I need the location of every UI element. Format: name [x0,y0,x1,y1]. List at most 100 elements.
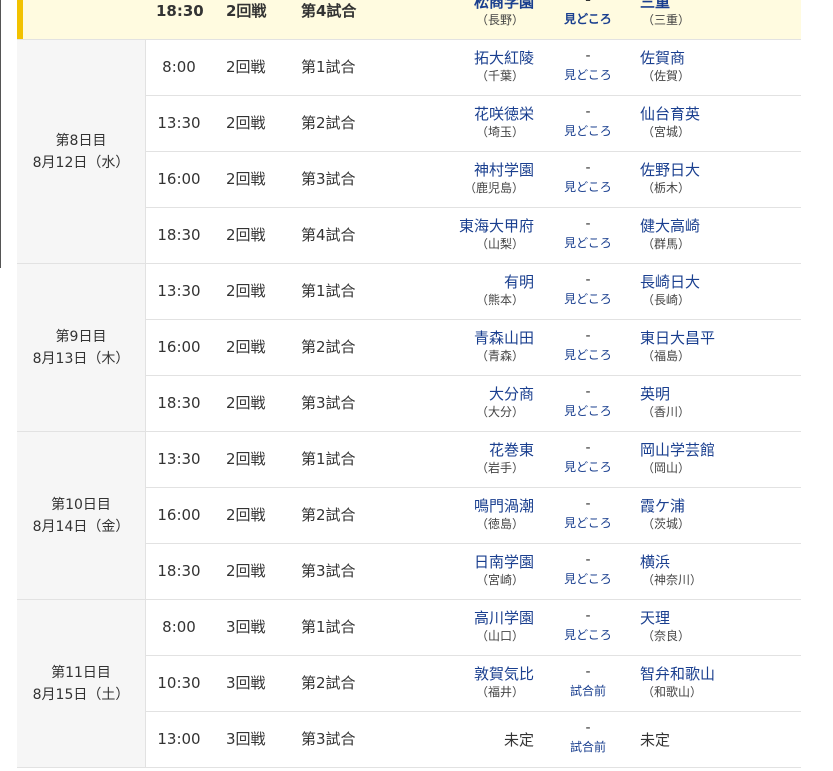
game-number: 第3試合 [301,394,356,412]
preview-link[interactable]: 見どころ [541,120,635,140]
game-time: 18:30 [157,394,201,412]
game-time: 16:00 [157,170,201,188]
team-left-prefecture: （山口） [475,629,524,643]
game-number: 第3試合 [301,730,356,748]
team-left-link: 未定 [503,731,534,749]
score-dash: - [585,104,591,120]
team-right-prefecture: （和歌山） [642,685,703,699]
team-left-link[interactable]: 鳴門渦潮 [396,496,534,516]
game-time: 10:30 [157,674,201,692]
team-left-link[interactable]: 松商学園 [396,0,534,12]
preview-link[interactable]: 見どころ [541,344,635,364]
team-right-link[interactable]: 智弁和歌山 [640,664,800,684]
day-date: 8月12日（水） [32,154,130,171]
team-left-prefecture: （山梨） [475,237,524,251]
team-left-link[interactable]: 花咲徳栄 [396,104,534,124]
game-time: 16:00 [157,338,201,356]
preview-link[interactable]: 見どころ [541,8,635,28]
preview-link[interactable]: 試合前 [541,680,635,700]
team-right-link[interactable]: 東日大昌平 [640,328,800,348]
game-round: 2回戦 [226,2,267,20]
game-number: 第1試合 [301,450,356,468]
game-number: 第4試合 [301,2,357,20]
team-right-link[interactable]: 佐賀商 [640,48,800,68]
team-right-link[interactable]: 三重 [640,0,800,12]
game-time: 18:30 [156,2,204,20]
team-left-link[interactable]: 大分商 [396,384,534,404]
game-time: 8:00 [162,58,196,76]
game-number: 第3試合 [301,562,356,580]
team-left-link[interactable]: 日南学園 [396,552,534,572]
preview-link[interactable]: 見どころ [541,232,635,252]
game-time: 13:30 [157,114,201,132]
score-dash: - [585,328,591,344]
team-left-link[interactable]: 有明 [396,272,534,292]
game-round: 2回戦 [226,562,266,580]
game-number: 第2試合 [301,674,356,692]
preview-link[interactable]: 見どころ [541,568,635,588]
day-cell: 第10日目 8月14日（金） [17,432,146,600]
score-dash: - [585,160,591,176]
game-time: 18:30 [157,562,201,580]
team-right-prefecture: （宮城） [642,125,691,139]
preview-link[interactable]: 見どころ [541,400,635,420]
preview-link[interactable]: 試合前 [541,736,635,756]
score-dash: - [585,664,591,680]
score-dash: - [585,440,591,456]
team-left-link[interactable]: 花巻東 [396,440,534,460]
team-right-link[interactable]: 長崎日大 [640,272,800,292]
team-right-prefecture: （香川） [642,405,691,419]
team-left-prefecture: （鹿児島） [463,181,524,195]
team-right-link[interactable]: 天理 [640,608,800,628]
game-time: 13:00 [157,730,201,748]
preview-link[interactable]: 見どころ [541,512,635,532]
preview-link[interactable]: 見どころ [541,624,635,644]
team-left-prefecture: （千葉） [475,69,524,83]
day-cell: 第11日目 8月15日（土） [17,600,146,768]
game-number: 第1試合 [301,58,356,76]
team-right-prefecture: （栃木） [642,181,691,195]
game-time: 13:30 [157,282,201,300]
team-left-link[interactable]: 拓大紅陵 [396,48,534,68]
game-round: 2回戦 [226,450,266,468]
team-right-link[interactable]: 健大高崎 [640,216,800,236]
team-left-link[interactable]: 高川学園 [396,608,534,628]
team-right-link[interactable]: 仙台育英 [640,104,800,124]
team-right-link[interactable]: 横浜 [640,552,800,572]
game-number: 第3試合 [301,170,356,188]
table-row: 13:30 2回戦 第1試合 有明 （熊本） - 見どころ 長崎日大 （長崎） [146,264,801,320]
team-left-prefecture: （岩手） [475,461,524,475]
preview-link[interactable]: 見どころ [541,456,635,476]
team-right-prefecture: （茨城） [642,517,691,531]
day-number: 第10日目 [51,496,111,513]
team-left-link[interactable]: 青森山田 [396,328,534,348]
table-row: 10:30 3回戦 第2試合 敦賀気比 （福井） - 試合前 智弁和歌山 （和歌山） [146,656,801,712]
preview-link[interactable]: 見どころ [541,64,635,84]
game-round: 2回戦 [226,338,266,356]
game-round: 2回戦 [226,282,266,300]
team-right-prefecture: （三重） [642,13,691,27]
team-left-prefecture: （徳島） [475,517,524,531]
team-right-link[interactable]: 佐野日大 [640,160,800,180]
table-row: 18:30 2回戦 第3試合 日南学園 （宮崎） - 見どころ 横浜 （神奈川） [146,544,801,600]
score-dash: - [585,496,591,512]
team-right-link[interactable]: 岡山学芸館 [640,440,800,460]
schedule-table: 18:30 2回戦 第4試合 松商学園 （長野） - 見どころ 三重 （三重） … [17,0,802,771]
team-right-link[interactable]: 霞ケ浦 [640,496,800,516]
score-dash: - [585,552,591,568]
day-date: 8月15日（土） [32,686,130,703]
preview-link[interactable]: 見どころ [541,176,635,196]
team-right-link: 未定 [640,731,671,749]
team-right-link[interactable]: 英明 [640,384,800,404]
preview-link[interactable]: 見どころ [541,288,635,308]
table-row-current: 18:30 2回戦 第4試合 松商学園 （長野） - 見どころ 三重 （三重） [17,0,801,40]
score-dash: - [585,608,591,624]
team-left-link[interactable]: 神村学園 [396,160,534,180]
team-left-prefecture: （宮崎） [475,573,524,587]
team-left-link[interactable]: 東海大甲府 [396,216,534,236]
game-round: 3回戦 [226,674,266,692]
table-row: 13:30 2回戦 第2試合 花咲徳栄 （埼玉） - 見どころ 仙台育英 （宮城） [146,96,801,152]
day-date: 8月13日（木） [32,350,130,367]
team-left-link[interactable]: 敦賀気比 [396,664,534,684]
table-row: 16:00 2回戦 第3試合 神村学園 （鹿児島） - 見どころ 佐野日大 （栃木） [146,152,801,208]
